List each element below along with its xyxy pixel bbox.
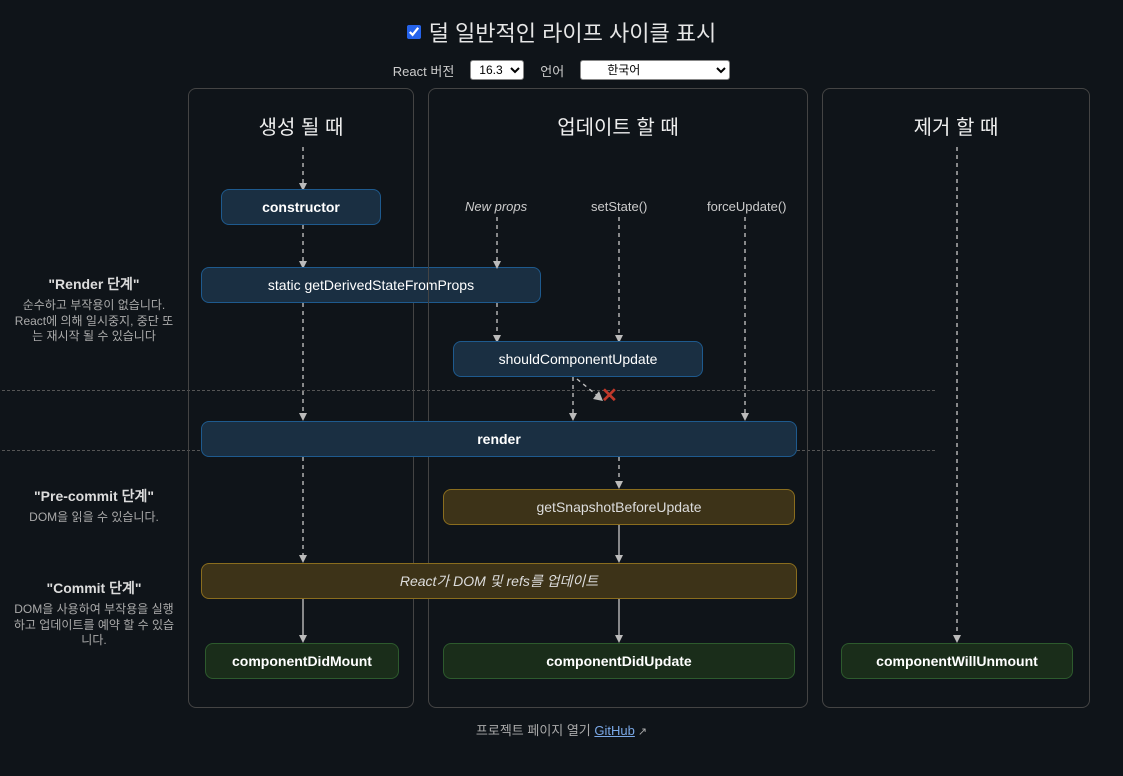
- header: 덜 일반적인 라이프 사이클 표시 React 버전 16.3 언어 한국어: [0, 0, 1123, 88]
- dom-update-node: React가 DOM 및 refs를 업데이트: [201, 563, 797, 599]
- cwu-node[interactable]: componentWillUnmount: [841, 643, 1073, 679]
- lang-label: 언어: [540, 61, 564, 80]
- render-phase-title: "Render 단계": [12, 274, 176, 294]
- toggle-less-common-checkbox[interactable]: [407, 25, 421, 39]
- set-state-label: setState(): [591, 199, 647, 214]
- github-link[interactable]: GitHub: [594, 723, 634, 738]
- precommit-phase-title: "Pre-commit 단계": [12, 486, 176, 506]
- constructor-node[interactable]: constructor: [221, 189, 381, 225]
- footer-text: 프로젝트 페이지 열기: [476, 723, 594, 738]
- mounting-column: 생성 될 때 constructor static getDerivedStat…: [188, 88, 414, 708]
- cdm-node[interactable]: componentDidMount: [205, 643, 399, 679]
- x-mark-icon: ✕: [601, 383, 618, 408]
- scu-node[interactable]: shouldComponentUpdate: [453, 341, 703, 377]
- footer: 프로젝트 페이지 열기 GitHub ↗: [0, 708, 1123, 739]
- force-update-label: forceUpdate(): [707, 199, 786, 214]
- mounting-title: 생성 될 때: [189, 89, 413, 150]
- phase-labels: "Render 단계" 순수하고 부작용이 없습니다. React에 의해 일시…: [12, 88, 188, 708]
- render-phase-desc: 순수하고 부작용이 없습니다. React에 의해 일시중지, 중단 또는 재시…: [12, 298, 176, 345]
- version-select[interactable]: 16.3: [470, 60, 524, 80]
- gsbu-node[interactable]: getSnapshotBeforeUpdate: [443, 489, 795, 525]
- commit-phase-desc: DOM을 사용하여 부작용을 실행하고 업데이트를 예약 할 수 있습니다.: [12, 602, 176, 649]
- precommit-phase-desc: DOM을 읽을 수 있습니다.: [12, 510, 176, 526]
- render-node[interactable]: render: [201, 421, 797, 457]
- unmounting-title: 제거 할 때: [823, 89, 1089, 150]
- updating-title: 업데이트 할 때: [429, 89, 807, 150]
- unmounting-column: 제거 할 때 componentWillUnmount: [822, 88, 1090, 708]
- toggle-label: 덜 일반적인 라이프 사이클 표시: [429, 16, 717, 48]
- updating-column: 업데이트 할 때 New props setState() forceUpdat…: [428, 88, 808, 708]
- external-link-icon: ↗: [638, 725, 647, 738]
- language-select[interactable]: 한국어: [580, 60, 730, 80]
- cdu-node[interactable]: componentDidUpdate: [443, 643, 795, 679]
- new-props-label: New props: [465, 199, 527, 214]
- commit-phase-title: "Commit 단계": [12, 578, 176, 598]
- version-label: React 버전: [393, 61, 455, 80]
